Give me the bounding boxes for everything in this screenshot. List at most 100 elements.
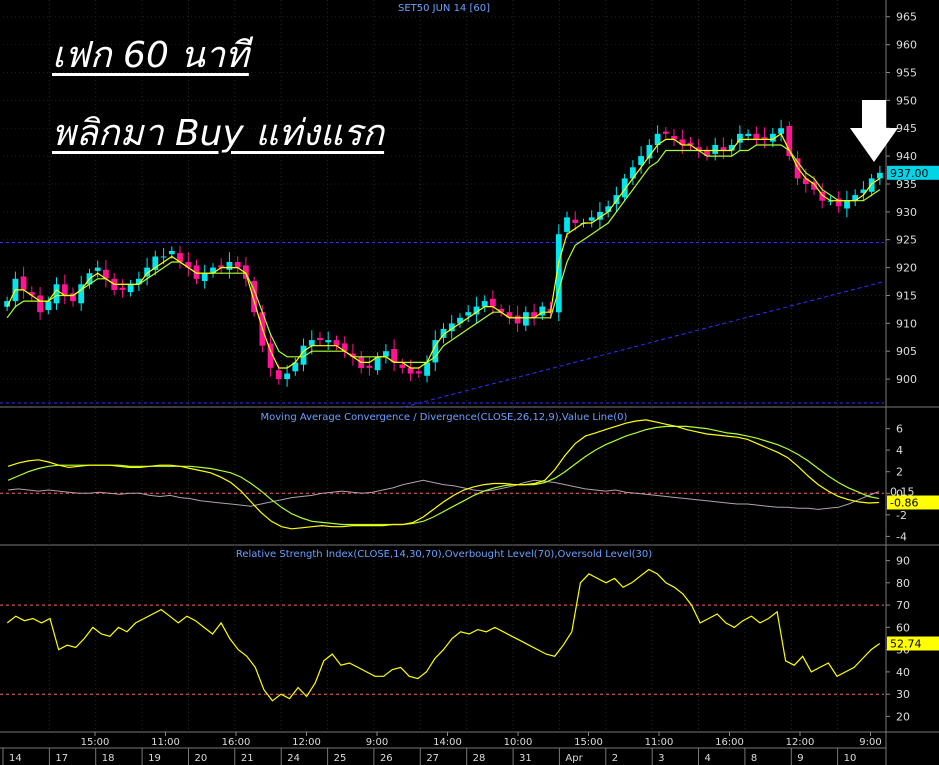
- price-tick-label: 925: [896, 234, 917, 247]
- rsi-pane-title: Relative Strength Index(CLOSE,14,30,70),…: [236, 549, 652, 560]
- time-tick-label: 12:00: [786, 737, 815, 748]
- candle-body: [481, 301, 488, 307]
- candle-body: [630, 167, 636, 179]
- overlay-title: เฟก 60 นาที: [52, 35, 249, 76]
- macd-tick-label: 2: [896, 466, 903, 479]
- candle-body: [37, 295, 43, 313]
- time-tick-label: 16:00: [222, 737, 251, 748]
- candle-body: [745, 133, 752, 136]
- candle-body: [317, 337, 323, 341]
- candle-body: [523, 312, 529, 326]
- rsi-tick-label: 60: [896, 621, 910, 634]
- candle-body: [712, 145, 719, 154]
- candle-body: [119, 287, 126, 290]
- candle-body: [415, 371, 422, 374]
- candle-body: [201, 273, 208, 281]
- candle-body: [490, 298, 496, 307]
- time-tick-label: 11:00: [645, 737, 674, 748]
- date-tick-label: 21: [241, 753, 254, 764]
- candle-body: [407, 368, 414, 374]
- macd-pane-title: Moving Average Convergence / Divergence(…: [261, 412, 628, 423]
- last-price-label: 937.00: [890, 167, 929, 180]
- date-tick-label: 31: [519, 753, 532, 764]
- candle-body: [514, 315, 521, 324]
- rsi-tick-label: 20: [896, 710, 910, 723]
- macd-tick-label: -2: [896, 509, 907, 522]
- macd-tick-label: 4: [896, 444, 903, 457]
- price-tick-label: 955: [896, 66, 917, 79]
- candle-body: [588, 217, 595, 221]
- time-tick-label: 9:00: [859, 737, 881, 748]
- date-tick-label: 14: [9, 753, 22, 764]
- time-tick-label: 11:00: [151, 737, 180, 748]
- candle-body: [662, 131, 669, 134]
- date-tick-label: 27: [426, 753, 439, 764]
- candle-body: [226, 262, 233, 270]
- candle-body: [465, 312, 472, 316]
- date-tick-label: 4: [705, 753, 711, 764]
- candle-body: [621, 178, 628, 198]
- date-tick-label: 26: [380, 753, 393, 764]
- date-tick-label: 2: [612, 753, 618, 764]
- candle-body: [284, 373, 290, 380]
- candle-body: [20, 276, 27, 290]
- candle-body: [45, 301, 52, 310]
- candle-body: [168, 250, 175, 255]
- candle-body: [564, 217, 570, 232]
- date-tick-label: 3: [658, 753, 664, 764]
- candle-body: [877, 172, 883, 179]
- time-tick-label: 10:00: [504, 737, 533, 748]
- price-tick-label: 940: [896, 150, 917, 163]
- candle-body: [844, 200, 850, 209]
- price-tick-label: 915: [896, 289, 917, 302]
- date-tick-label: 9: [797, 753, 803, 764]
- price-tick-label: 905: [896, 345, 917, 358]
- candle-body: [399, 364, 406, 368]
- candle-body: [868, 178, 875, 192]
- price-tick-label: 960: [896, 39, 917, 52]
- candle-body: [275, 370, 282, 380]
- price-tick-label: 950: [896, 94, 917, 107]
- price-tick-label: 965: [896, 11, 917, 24]
- price-tick-label: 930: [896, 206, 917, 219]
- time-tick-label: 15:00: [81, 737, 110, 748]
- time-tick-label: 12:00: [292, 737, 321, 748]
- date-tick-label: 25: [334, 753, 347, 764]
- date-tick-label: 24: [287, 753, 300, 764]
- rsi-tick-label: 80: [896, 577, 910, 590]
- candle-body: [53, 284, 60, 304]
- candle-body: [234, 262, 241, 268]
- candle-body: [308, 340, 315, 346]
- date-tick-label: 20: [194, 753, 207, 764]
- date-tick-label: 8: [751, 753, 757, 764]
- price-tick-label: 900: [896, 373, 917, 386]
- date-tick-label: 18: [102, 753, 115, 764]
- price-tick-label: 920: [896, 262, 917, 275]
- date-tick-label: 17: [55, 753, 68, 764]
- price-pane-title: SET50 JUN 14 [60]: [398, 3, 490, 14]
- rsi-tick-label: 40: [896, 666, 910, 679]
- candle-body: [94, 267, 101, 271]
- candle-body: [778, 128, 784, 134]
- date-tick-label: 10: [844, 753, 857, 764]
- candle-body: [572, 219, 579, 223]
- price-tick-label: 910: [896, 317, 917, 330]
- time-tick-label: 14:00: [433, 737, 462, 748]
- rsi-last-label: 52.74: [890, 638, 922, 651]
- time-tick-label: 9:00: [366, 737, 388, 748]
- candle-body: [333, 340, 340, 346]
- date-tick-label: 28: [473, 753, 486, 764]
- time-tick-label: 16:00: [715, 737, 744, 748]
- candle-body: [127, 284, 134, 293]
- time-tick-label: 15:00: [574, 737, 603, 748]
- macd-last-label: -0.86: [890, 497, 918, 510]
- candle-body: [366, 365, 373, 368]
- date-tick-label: Apr: [565, 753, 583, 764]
- candle-body: [160, 256, 167, 258]
- macd-tick-label: -4: [896, 530, 907, 543]
- rsi-tick-label: 70: [896, 599, 910, 612]
- price-tick-label: 935: [896, 178, 917, 191]
- candle-body: [325, 340, 332, 343]
- macd-tick-label: 6: [896, 423, 903, 436]
- overlay-subtitle: พลิกมา Buy แท่งแรก: [52, 113, 385, 154]
